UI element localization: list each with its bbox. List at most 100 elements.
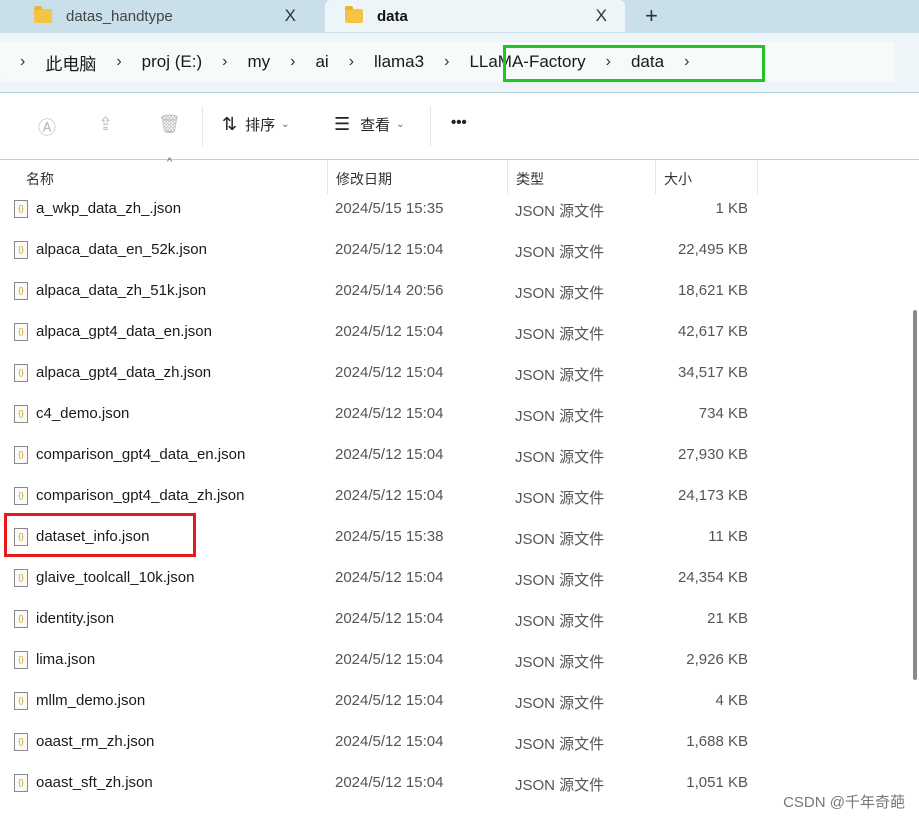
watermark: CSDN @千年奇葩 bbox=[783, 794, 905, 811]
close-tab-button[interactable]: X bbox=[285, 6, 296, 26]
file-row[interactable]: {} oaast_sft_zh.json 2024/5/12 15:04 JSO… bbox=[0, 774, 900, 815]
file-row[interactable]: {} lima.json 2024/5/12 15:04 JSON 源文件 2,… bbox=[0, 651, 900, 692]
file-date: 2024/5/12 15:04 bbox=[335, 569, 444, 586]
chevron-right-icon[interactable]: › bbox=[434, 53, 459, 71]
share-icon[interactable]: ⇪ bbox=[98, 114, 113, 135]
file-date: 2024/5/12 15:04 bbox=[335, 733, 444, 750]
column-size[interactable]: 大小 bbox=[656, 160, 758, 194]
file-row[interactable]: {} identity.json 2024/5/12 15:04 JSON 源文… bbox=[0, 610, 900, 651]
file-row[interactable]: {} oaast_rm_zh.json 2024/5/12 15:04 JSON… bbox=[0, 733, 900, 774]
file-row[interactable]: {} c4_demo.json 2024/5/12 15:04 JSON 源文件… bbox=[0, 405, 900, 446]
file-row[interactable]: {} comparison_gpt4_data_en.json 2024/5/1… bbox=[0, 446, 900, 487]
file-date: 2024/5/15 15:35 bbox=[335, 200, 444, 217]
file-size: 42,617 KB bbox=[677, 323, 748, 340]
file-row[interactable]: {} a_wkp_data_zh_.json 2024/5/15 15:35 J… bbox=[0, 200, 900, 241]
column-type[interactable]: 类型 bbox=[508, 160, 656, 194]
file-row[interactable]: {} alpaca_gpt4_data_en.json 2024/5/12 15… bbox=[0, 323, 900, 364]
json-file-icon: {} bbox=[14, 774, 28, 792]
file-date: 2024/5/15 15:38 bbox=[335, 528, 444, 545]
view-button[interactable]: ☰ 查看 ⌄ bbox=[334, 114, 405, 135]
file-type: JSON 源文件 bbox=[515, 695, 605, 712]
json-file-icon: {} bbox=[14, 282, 28, 300]
file-name: alpaca_data_en_52k.json bbox=[36, 241, 207, 258]
tab-label: data bbox=[377, 7, 408, 25]
file-row[interactable]: {} glaive_toolcall_10k.json 2024/5/12 15… bbox=[0, 569, 900, 610]
tab-bar: datas_handtype X data X + bbox=[0, 0, 919, 33]
breadcrumb-item[interactable]: 此电脑 bbox=[35, 50, 106, 75]
json-file-icon: {} bbox=[14, 323, 28, 341]
file-row[interactable]: {} alpaca_data_en_52k.json 2024/5/12 15:… bbox=[0, 241, 900, 282]
file-name: alpaca_gpt4_data_en.json bbox=[36, 323, 212, 340]
file-name: alpaca_gpt4_data_zh.json bbox=[36, 364, 212, 381]
json-file-icon: {} bbox=[14, 610, 28, 628]
file-type: JSON 源文件 bbox=[515, 736, 605, 753]
file-name: oaast_rm_zh.json bbox=[36, 733, 155, 750]
column-header: 名称 修改日期 类型 大小 bbox=[0, 160, 919, 194]
file-date: 2024/5/12 15:04 bbox=[335, 692, 444, 709]
chevron-right-icon[interactable]: › bbox=[106, 53, 131, 71]
delete-icon[interactable]: 🗑 bbox=[158, 114, 181, 135]
file-size: 22,495 KB bbox=[677, 241, 748, 258]
json-file-icon: {} bbox=[14, 487, 28, 505]
new-tab-button[interactable]: + bbox=[645, 3, 658, 29]
column-name[interactable]: 名称 bbox=[18, 160, 328, 194]
chevron-right-icon[interactable]: › bbox=[280, 53, 305, 71]
sort-button[interactable]: ⇅ 排序 ⌄ bbox=[222, 114, 290, 135]
sort-ascending-icon: ^ bbox=[167, 156, 173, 168]
file-name: comparison_gpt4_data_en.json bbox=[36, 446, 246, 463]
file-size: 1 KB bbox=[715, 200, 748, 217]
file-date: 2024/5/12 15:04 bbox=[335, 364, 444, 381]
column-date[interactable]: 修改日期 bbox=[328, 160, 508, 194]
json-file-icon: {} bbox=[14, 405, 28, 423]
breadcrumb-item[interactable]: llama3 bbox=[364, 52, 434, 72]
breadcrumb-item[interactable]: my bbox=[237, 52, 280, 72]
file-date: 2024/5/12 15:04 bbox=[335, 610, 444, 627]
file-name: alpaca_data_zh_51k.json bbox=[36, 282, 207, 299]
breadcrumb-item[interactable]: proj (E:) bbox=[132, 52, 212, 72]
file-type: JSON 源文件 bbox=[515, 449, 605, 466]
file-row[interactable]: {} mllm_demo.json 2024/5/12 15:04 JSON 源… bbox=[0, 692, 900, 733]
file-type: JSON 源文件 bbox=[515, 244, 605, 261]
json-file-icon: {} bbox=[14, 569, 28, 587]
breadcrumb-item[interactable]: ai bbox=[305, 52, 338, 72]
more-button[interactable]: ••• bbox=[451, 114, 467, 131]
file-size: 4 KB bbox=[715, 692, 748, 709]
green-highlight-box bbox=[503, 45, 765, 82]
tab-datas-handtype[interactable]: datas_handtype X bbox=[14, 0, 314, 32]
folder-icon bbox=[34, 6, 52, 23]
file-date: 2024/5/12 15:04 bbox=[335, 651, 444, 668]
file-size: 1,688 KB bbox=[686, 733, 748, 750]
file-type: JSON 源文件 bbox=[515, 613, 605, 630]
file-type: JSON 源文件 bbox=[515, 572, 605, 589]
close-tab-button[interactable]: X bbox=[596, 6, 607, 26]
file-date: 2024/5/14 20:56 bbox=[335, 282, 444, 299]
file-name: mllm_demo.json bbox=[36, 692, 146, 709]
file-type: JSON 源文件 bbox=[515, 203, 605, 220]
file-type: JSON 源文件 bbox=[515, 367, 605, 384]
chevron-right-icon[interactable]: › bbox=[339, 53, 364, 71]
file-size: 21 KB bbox=[707, 610, 748, 627]
file-name: identity.json bbox=[36, 610, 115, 627]
json-file-icon: {} bbox=[14, 200, 28, 218]
file-row[interactable]: {} alpaca_gpt4_data_zh.json 2024/5/12 15… bbox=[0, 364, 900, 405]
red-highlight-box bbox=[4, 513, 196, 557]
file-name: oaast_sft_zh.json bbox=[36, 774, 153, 791]
file-size: 1,051 KB bbox=[686, 774, 748, 791]
file-size: 734 KB bbox=[698, 405, 748, 422]
rename-icon[interactable]: Ⓐ bbox=[38, 114, 56, 140]
file-date: 2024/5/12 15:04 bbox=[335, 405, 444, 422]
json-file-icon: {} bbox=[14, 692, 28, 710]
file-row[interactable]: {} alpaca_data_zh_51k.json 2024/5/14 20:… bbox=[0, 282, 900, 323]
file-size: 2,926 KB bbox=[686, 651, 748, 668]
chevron-right-icon[interactable]: › bbox=[212, 53, 237, 71]
json-file-icon: {} bbox=[14, 446, 28, 464]
file-type: JSON 源文件 bbox=[515, 490, 605, 507]
tab-data[interactable]: data X bbox=[325, 0, 625, 32]
file-type: JSON 源文件 bbox=[515, 326, 605, 343]
tab-label: datas_handtype bbox=[66, 7, 173, 25]
file-type: JSON 源文件 bbox=[515, 531, 605, 548]
file-name: a_wkp_data_zh_.json bbox=[36, 200, 182, 217]
file-type: JSON 源文件 bbox=[515, 654, 605, 671]
file-date: 2024/5/12 15:04 bbox=[335, 241, 444, 258]
scrollbar[interactable] bbox=[913, 310, 917, 680]
